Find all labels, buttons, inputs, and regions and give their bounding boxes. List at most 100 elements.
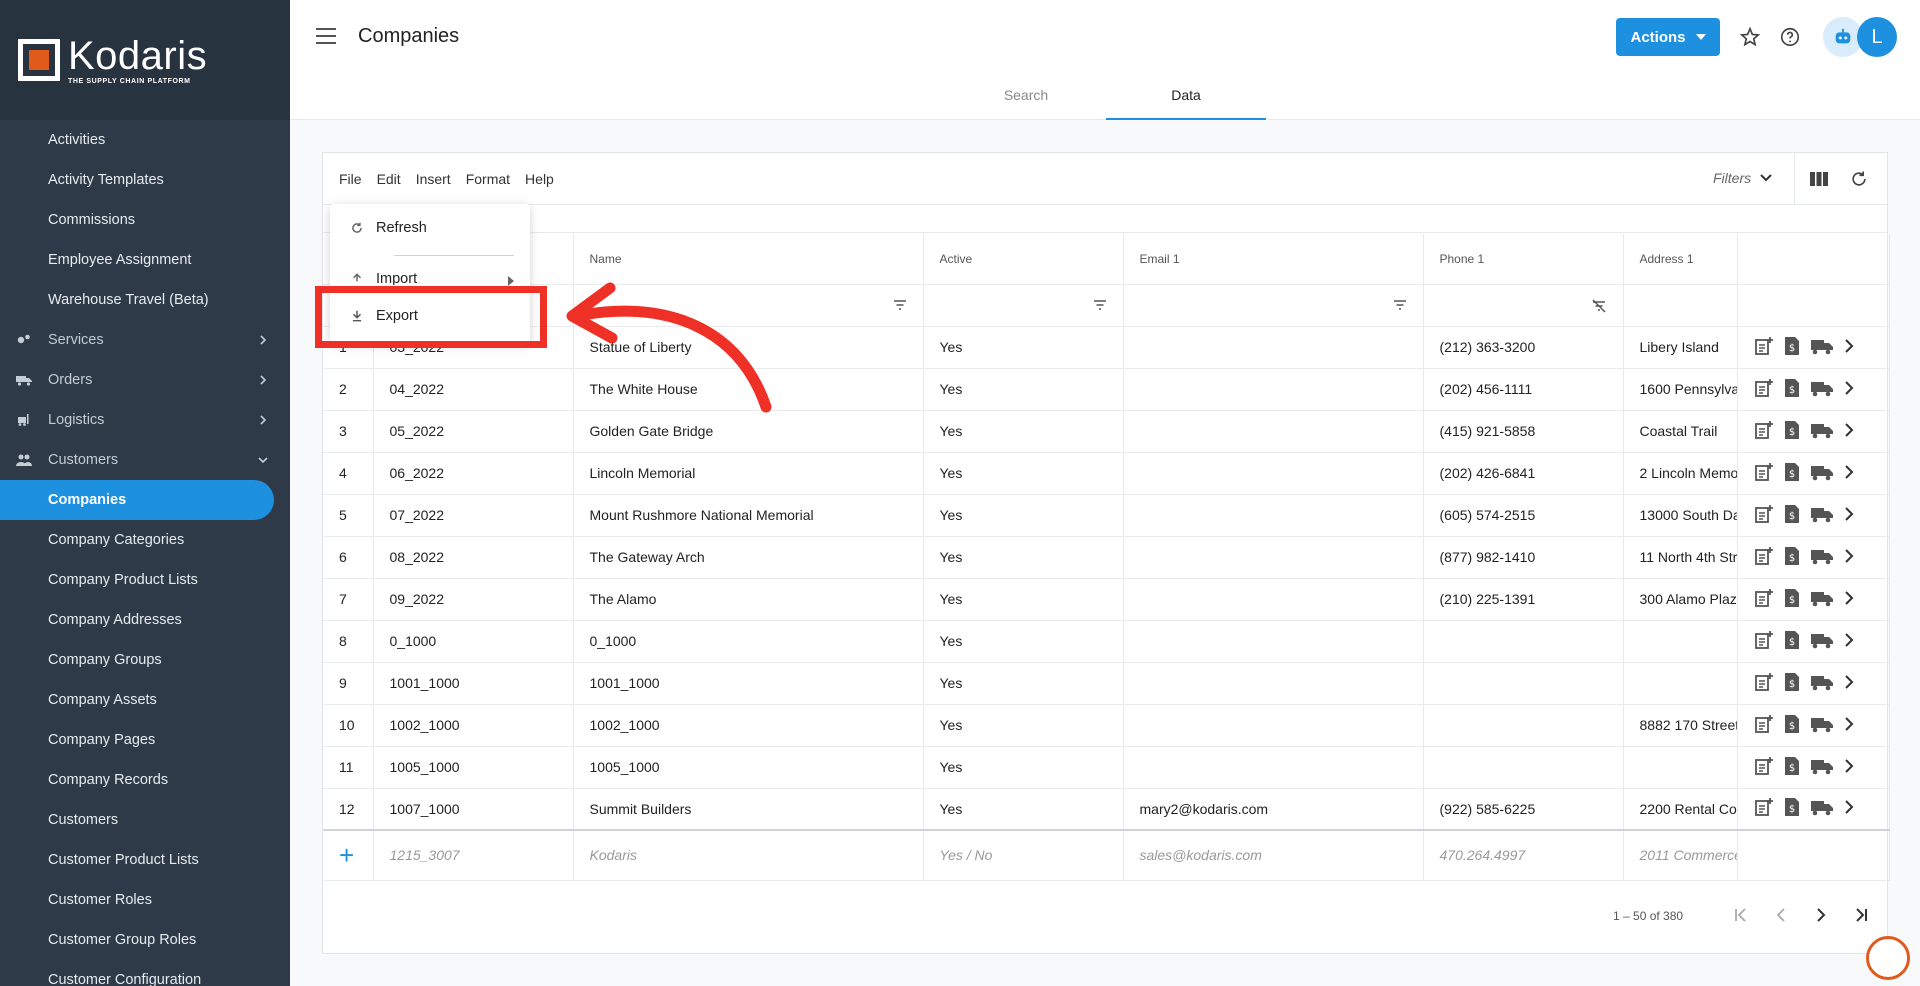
menu-file[interactable]: File [339,171,362,187]
note-add-icon[interactable] [1754,378,1774,401]
cell-email[interactable] [1123,368,1424,411]
chevron-right-icon[interactable] [1843,380,1855,398]
filter-icon[interactable] [893,299,907,311]
invoice-dollar-icon[interactable]: $ [1783,336,1801,359]
note-add-icon[interactable] [1754,797,1774,820]
note-add-icon[interactable] [1754,672,1774,695]
menu-help[interactable]: Help [525,171,554,187]
sidebar-item-customer-group-roles[interactable]: Customer Group Roles [0,920,290,960]
new-phone[interactable]: 470.264.4997 [1423,829,1624,881]
new-code[interactable]: 1215_3007 [373,829,574,881]
note-add-icon[interactable] [1754,756,1774,779]
menu-insert[interactable]: Insert [416,171,451,187]
next-page-icon[interactable] [1809,903,1833,927]
column-header-name[interactable]: Name [573,234,924,285]
truck-fast-icon[interactable] [1810,505,1834,526]
sidebar-item-customers[interactable]: Customers [0,800,290,840]
tab-search[interactable]: Search [946,78,1106,120]
sidebar-item-employee-assignment[interactable]: Employee Assignment [0,240,290,280]
sidebar-item-customers[interactable]: Customers [0,440,290,480]
cell-name[interactable]: 1002_1000 [573,704,924,747]
cell-active[interactable]: Yes [923,494,1124,537]
cell-email[interactable]: mary2@kodaris.com [1123,788,1424,831]
sidebar-item-orders[interactable]: Orders [0,360,290,400]
menu-edit[interactable]: Edit [377,171,401,187]
cell-active[interactable]: Yes [923,452,1124,495]
sidebar-item-company-records[interactable]: Company Records [0,760,290,800]
chevron-right-icon[interactable] [1843,338,1855,356]
sidebar-item-customer-configuration[interactable]: Customer Configuration [0,960,290,986]
cell-phone[interactable]: (415) 921-5858 [1423,410,1624,453]
user-avatar[interactable]: L [1857,17,1897,57]
cell-name[interactable]: Lincoln Memorial [573,452,924,495]
new-name[interactable]: Kodaris [573,829,924,881]
invoice-dollar-icon[interactable]: $ [1783,420,1801,443]
note-add-icon[interactable] [1754,714,1774,737]
sidebar-item-company-addresses[interactable]: Company Addresses [0,600,290,640]
chevron-right-icon[interactable] [1843,506,1855,524]
sidebar-item-company-groups[interactable]: Company Groups [0,640,290,680]
column-header-phone[interactable]: Phone 1 [1423,234,1624,285]
cell-code[interactable]: 1001_1000 [373,662,574,705]
chevron-right-icon[interactable] [1843,758,1855,776]
sidebar-item-company-categories[interactable]: Company Categories [0,520,290,560]
note-add-icon[interactable] [1754,630,1774,653]
cell-name[interactable]: 1001_1000 [573,662,924,705]
table-row[interactable]: 10 1002_1000 1002_1000 Yes 8882 170 Street $ [323,704,1890,747]
cell-email[interactable] [1123,578,1424,621]
chevron-right-icon[interactable] [1843,422,1855,440]
cell-phone[interactable]: (202) 456-1111 [1423,368,1624,411]
table-row[interactable]: 12 1007_1000 Summit Builders Yes mary2@kodar… [323,788,1890,831]
table-row[interactable]: 2 04_2022 The White House Yes (202) 456-1111… [323,368,1890,411]
filters-toggle[interactable]: Filters [1713,170,1773,186]
cell-active[interactable]: Yes [923,326,1124,369]
cell-active[interactable]: Yes [923,788,1124,831]
cell-address[interactable]: Libery Island [1623,326,1738,369]
cell-email[interactable] [1123,662,1424,705]
cell-phone[interactable] [1423,704,1624,747]
sidebar-item-customer-roles[interactable]: Customer Roles [0,880,290,920]
truck-fast-icon[interactable] [1810,379,1834,400]
cell-name[interactable]: Summit Builders [573,788,924,831]
cell-active[interactable]: Yes [923,746,1124,789]
sidebar-item-company-pages[interactable]: Company Pages [0,720,290,760]
menu-item-refresh[interactable]: Refresh [350,220,427,236]
note-add-icon[interactable] [1754,546,1774,569]
table-row[interactable]: 1 03_2022 Statue of Liberty Yes (212) 363-32… [323,326,1890,369]
cell-phone[interactable] [1423,746,1624,789]
cell-address[interactable]: 11 North 4th Street [1623,536,1738,579]
table-row[interactable]: 6 08_2022 The Gateway Arch Yes (877) 982-141… [323,536,1890,579]
cell-code[interactable]: 09_2022 [373,578,574,621]
cell-code[interactable]: 1005_1000 [373,746,574,789]
cell-phone[interactable] [1423,620,1624,663]
chevron-right-icon[interactable] [1843,548,1855,566]
menu-item-import[interactable]: Import [350,273,417,285]
sidebar-item-commissions[interactable]: Commissions [0,200,290,240]
logo[interactable]: Kodaris THE SUPPLY CHAIN PLATFORM [0,0,290,120]
filter-icon[interactable] [1393,299,1407,311]
help-icon[interactable] [1777,24,1803,50]
cell-active[interactable]: Yes [923,536,1124,579]
invoice-dollar-icon[interactable]: $ [1783,756,1801,779]
menu-icon[interactable] [316,28,336,44]
cell-phone[interactable]: (202) 426-6841 [1423,452,1624,495]
chevron-right-icon[interactable] [1843,716,1855,734]
filter-off-icon[interactable] [1591,299,1607,313]
cell-email[interactable] [1123,620,1424,663]
truck-fast-icon[interactable] [1810,757,1834,778]
sidebar-item-activity-templates[interactable]: Activity Templates [0,160,290,200]
last-page-icon[interactable] [1849,903,1873,927]
filter-address[interactable] [1623,284,1738,327]
column-header-email[interactable]: Email 1 [1123,234,1424,285]
invoice-dollar-icon[interactable]: $ [1783,462,1801,485]
chat-support-icon[interactable] [1866,936,1910,980]
cell-name[interactable]: 1005_1000 [573,746,924,789]
cell-phone[interactable]: (212) 363-3200 [1423,326,1624,369]
sidebar-item-services[interactable]: Services [0,320,290,360]
cell-code[interactable]: 0_1000 [373,620,574,663]
truck-fast-icon[interactable] [1810,337,1834,358]
note-add-icon[interactable] [1754,504,1774,527]
cell-email[interactable] [1123,326,1424,369]
cell-address[interactable]: 1600 Pennsylvania [1623,368,1738,411]
cell-active[interactable]: Yes [923,368,1124,411]
